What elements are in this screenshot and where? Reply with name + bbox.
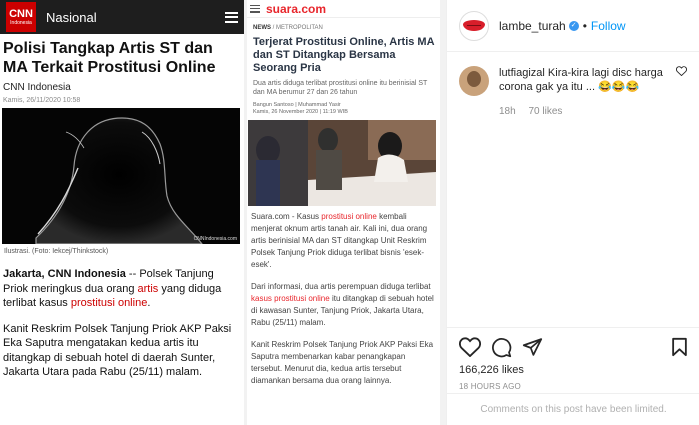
suara-p2-text-a: Dari informasi, dua artis perempuan didu… (251, 282, 431, 291)
suara-paragraph-3: Kanit Reskrim Polsek Tanjung Priok AKP P… (251, 340, 434, 385)
save-bookmark-icon[interactable] (671, 337, 688, 357)
cnn-logo: CNN Indonesia (6, 2, 36, 32)
cnn-article-body: Jakarta, CNN Indonesia -- Polsek Tanjung… (0, 255, 244, 380)
comment-meta: 18h 70 likes (499, 106, 672, 117)
suara-link-prostitusi-online: prostitusi online (321, 212, 377, 221)
cnn-logo-text: CNN (9, 7, 33, 20)
cnn-photo-credit-logo: CNNIndonesia.com (193, 236, 237, 242)
post-username[interactable]: lambe_turah ✓ (499, 19, 579, 33)
lambe-turah-avatar[interactable] (459, 10, 489, 41)
suara-authors: Bangun Santoso | Muhammad Yasir (253, 102, 341, 108)
hamburger-menu-icon (225, 11, 238, 23)
separator-dot: • (582, 18, 587, 33)
commenter-avatar[interactable] (459, 66, 489, 96)
suara-article-title: Terjerat Prostitusi Online, Artis MA dan… (253, 36, 435, 74)
suara-logo: suara.com (266, 1, 327, 16)
comment-content: lutfiagizal Kira-kira lagi disc harga co… (499, 66, 672, 117)
suara-published-date: Kamis, 26 November 2020 | 11:19 WIB (253, 109, 348, 115)
lips-logo-icon (463, 20, 485, 31)
cnn-date: Kamis, 26/11/2020 10:58 (3, 97, 81, 104)
suara-p1-text-a: Suara.com - Kasus (251, 212, 322, 221)
verified-badge-icon: ✓ (568, 21, 579, 32)
comment-like-heart-icon[interactable] (676, 66, 687, 76)
suara-paragraph-1: Suara.com - Kasus prostitusi online kemb… (251, 211, 436, 271)
post-username-text: lambe_turah (499, 18, 566, 33)
cnn-p1-text-c: . (147, 297, 151, 309)
cnn-photo-caption: Ilustrasi. (Foto: Iekcej/Thinkstock) (4, 248, 109, 255)
cnn-section-label: Nasional (46, 9, 97, 25)
cnn-link-prostitusi-online: prostitusi online (70, 297, 148, 309)
suara-article-screenshot: suara.com NEWS / METROPOLITAN Terjerat P… (247, 0, 440, 425)
suara-header-bar: suara.com (247, 0, 440, 18)
comment-age[interactable]: 18h (499, 106, 516, 117)
suara-crumb-news: NEWS (253, 25, 271, 31)
commenter-username[interactable]: lutfiagizal (499, 67, 545, 79)
cnn-article-title: Polisi Tangkap Artis ST dan MA Terkait P… (3, 40, 216, 76)
suara-article-lead: Dua artis diduga terlibat prostitusi onl… (253, 80, 428, 96)
follow-button[interactable]: Follow (591, 19, 626, 33)
comment-item: lutfiagizal Kira-kira lagi disc harga co… (447, 52, 699, 117)
cnn-paragraph-2: Kanit Reskrim Polsek Tanjung Priok AKP P… (3, 322, 232, 379)
share-paper-plane-icon[interactable] (522, 337, 543, 357)
cnn-article-screenshot: CNN Indonesia Nasional Polisi Tangkap Ar… (0, 0, 244, 425)
cnn-dateline: Jakarta, CNN Indonesia (3, 268, 126, 280)
post-age[interactable]: 18 HOURS AGO (459, 382, 688, 391)
suara-authors-block: Bangun Santoso | Muhammad Yasir Kamis, 2… (247, 97, 440, 116)
suara-breadcrumb: NEWS / METROPOLITAN (247, 18, 440, 31)
post-header: lambe_turah ✓ • Follow (447, 0, 699, 52)
suara-article-body: Suara.com - Kasus prostitusi online kemb… (247, 206, 440, 387)
comment-likes[interactable]: 70 likes (528, 106, 562, 117)
suara-link-kasus-prostitusi: kasus prostitusi online (251, 294, 330, 303)
post-actions: 166,226 likes 18 HOURS AGO (447, 327, 699, 391)
hotel-room-photo (248, 120, 436, 206)
post-sidebar: lambe_turah ✓ • Follow lutfiagizal Kira-k… (446, 0, 699, 425)
comment-text-block: lutfiagizal Kira-kira lagi disc harga co… (499, 66, 672, 94)
instagram-post-view: CNN Indonesia Nasional Polisi Tangkap Ar… (0, 0, 699, 425)
cnn-paragraph-1: Jakarta, CNN Indonesia -- Polsek Tanjung… (3, 267, 240, 311)
cnn-logo-sub: Indonesia (10, 19, 32, 26)
suara-article-photo (248, 120, 436, 206)
action-icons-row (459, 334, 688, 360)
cnn-article-photo: CNNIndonesia.com (2, 108, 240, 244)
suara-crumb-metropolitan: / METROPOLITAN (271, 25, 323, 31)
cnn-source: CNN Indonesia (3, 82, 71, 93)
suara-paragraph-2: Dari informasi, dua artis perempuan didu… (251, 281, 436, 329)
hamburger-menu-icon (250, 4, 260, 13)
post-image[interactable]: CNN Indonesia Nasional Polisi Tangkap Ar… (0, 0, 446, 425)
cnn-header-bar: CNN Indonesia Nasional (0, 0, 244, 34)
cnn-link-artis: artis (137, 282, 159, 295)
silhouette-illustration (2, 108, 240, 244)
comment-bubble-icon[interactable] (491, 337, 512, 358)
likes-count[interactable]: 166,226 likes (459, 364, 688, 376)
comments-limited-notice: Comments on this post have been limited. (447, 393, 699, 425)
like-heart-icon[interactable] (459, 337, 481, 357)
